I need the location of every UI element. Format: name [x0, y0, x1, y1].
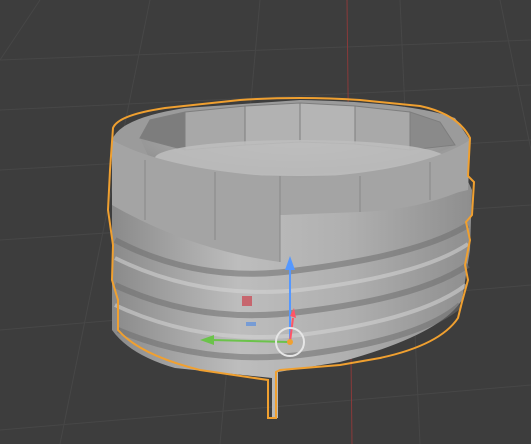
threaded-cap-object[interactable]: [106, 97, 476, 419]
viewport-scene[interactable]: [0, 0, 531, 444]
3d-viewport[interactable]: [0, 0, 531, 444]
xz-plane-handle[interactable]: [242, 296, 252, 306]
yz-plane-handle[interactable]: [246, 322, 256, 326]
origin-dot-icon: [287, 339, 293, 345]
